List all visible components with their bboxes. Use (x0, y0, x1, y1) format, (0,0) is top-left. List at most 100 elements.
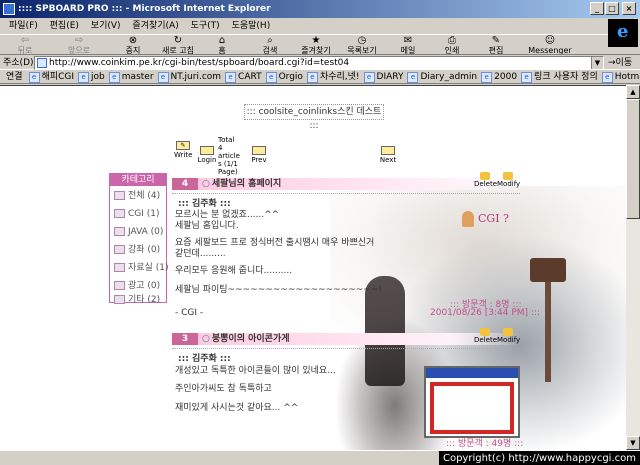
category-cgi[interactable]: CGI (1) (114, 208, 160, 220)
category-lecture[interactable]: 강좌 (0) (114, 244, 160, 256)
visit-count: ::: 방문객 : 49명 ::: (446, 439, 524, 449)
mail-button[interactable]: ✉ 메일 (396, 35, 420, 55)
toolbar: ⇦ 뒤로 ⇨ 앞으로 ⊗ 중지 ↻ 새로 고침 ⌂ 홈 ⌕ 검색 ★ 즐겨찾기 ◷ 목록보기 ✉… (0, 34, 608, 55)
category-ads[interactable]: 광고 (0) (114, 280, 160, 292)
stop-button[interactable]: ⊗ 중지 (118, 35, 148, 55)
category-java[interactable]: JAVA (0) (114, 226, 163, 238)
post-line: 재미있게 사시는것 같아요... ^^ (175, 403, 299, 413)
menu-view[interactable]: 보기(V) (91, 18, 121, 34)
link-diary-admin[interactable]: Diary_admin (407, 70, 477, 83)
post-line: 요즘 세팔보드 프로 정식버전 출시땜시 매우 바쁘신거 (175, 238, 375, 248)
link-master[interactable]: master (109, 70, 154, 83)
edit-button[interactable]: ✎ 편집 (484, 35, 508, 55)
modify-icon (503, 172, 513, 180)
post-line: 세팔님 파이팅~~~~~~~~~~~~~~~~~~~~! (175, 285, 382, 295)
refresh-icon: ↻ (173, 35, 183, 46)
prev-button[interactable]: Prev (249, 146, 269, 164)
forward-button[interactable]: ⇨ 앞으로 (62, 35, 96, 55)
maximize-button[interactable]: □ (605, 2, 619, 15)
post-line: 모르시는 분 없겠죠......^^ (175, 210, 280, 220)
stop-icon: ⊗ (128, 35, 138, 46)
post-line: 주인아가씨도 참 독특하고 (175, 384, 272, 394)
messenger-icon: ☺ (544, 35, 556, 46)
link-happycgi[interactable]: 해피CGI (29, 70, 74, 83)
scroll-thumb[interactable] (626, 99, 640, 219)
menu-help[interactable]: 도움말(H) (232, 18, 271, 34)
address-input[interactable]: http://www.coinkim.pe.kr/cgi-bin/test/sp… (34, 56, 604, 70)
category-etc[interactable]: 기타 (2) (114, 294, 160, 306)
link-2000[interactable]: 2000 (481, 70, 517, 83)
address-dropdown-icon[interactable]: ▼ (591, 57, 603, 69)
ie-throbber-icon (608, 19, 638, 47)
minimize-button[interactable]: _ (590, 2, 604, 15)
menu-tools[interactable]: 도구(T) (191, 18, 220, 34)
ie-icon (3, 3, 15, 15)
search-icon: ⌕ (267, 35, 273, 46)
scroll-down-icon[interactable]: ▼ (626, 436, 640, 450)
delete-icon (480, 172, 490, 180)
modify-icon (503, 328, 513, 336)
mail-icon: ✉ (403, 35, 413, 46)
modify-button[interactable]: Modify (497, 328, 520, 344)
messenger-button[interactable]: ☺ Messenger (526, 35, 574, 55)
copyright-watermark: Copyright(c) http://www.happycgi.com (438, 451, 640, 465)
search-button[interactable]: ⌕ 검색 (256, 35, 284, 55)
link-nt-juri[interactable]: NT.juri.com (158, 70, 222, 83)
back-arrow-icon: ⇦ (20, 35, 30, 46)
delete-button[interactable]: Delete (474, 328, 497, 344)
delete-button[interactable]: Delete (474, 172, 497, 188)
link-orgio[interactable]: Orgio (266, 70, 303, 83)
next-button[interactable]: Next (378, 146, 398, 164)
category-archive[interactable]: 자료실 (1) (114, 262, 168, 274)
menu-edit[interactable]: 편집(E) (50, 18, 79, 34)
page-icon (37, 58, 47, 68)
address-bar: 주소(D) http://www.coinkim.pe.kr/cgi-bin/t… (0, 54, 640, 70)
print-icon: ⎙ (448, 35, 456, 46)
link-cart[interactable]: CART (225, 70, 262, 83)
back-button[interactable]: ⇦ 뒤로 (8, 35, 42, 55)
link-repair-net[interactable]: 차수리,넷! (307, 70, 360, 83)
post-line: 개성있고 독특한 아이콘들이 많이 있네요... (175, 366, 336, 376)
post-title[interactable]: 붕뽕이의 아이콘가게 (202, 333, 290, 345)
post-title[interactable]: 세팔님의 홈페이지 (202, 178, 281, 190)
link-diary[interactable]: DIARY (364, 70, 404, 83)
go-button[interactable]: →이동 (608, 57, 632, 69)
refresh-button[interactable]: ↻ 새로 고침 (158, 35, 198, 55)
divider (172, 348, 520, 349)
mailbox-image (530, 258, 566, 282)
post-line: 세팔님 홈입니다. (175, 221, 239, 231)
post-date: 2001/08/26 [3:44 PM] ::: (430, 308, 540, 318)
vertical-scrollbar[interactable]: ▲ ▼ (626, 85, 640, 450)
category-all[interactable]: 전체 (4) (114, 190, 160, 202)
scroll-up-icon[interactable]: ▲ (626, 85, 640, 99)
link-customize[interactable]: 링크 사용자 정의 (521, 70, 598, 83)
post-author: ::: 김주화 ::: (178, 354, 231, 364)
menu-bar: 파일(F) 편집(E) 보기(V) 즐겨찾기(A) 도구(T) 도움말(H) (0, 18, 640, 34)
modify-button[interactable]: Modify (497, 172, 520, 188)
write-button[interactable]: ✎ Write (174, 141, 192, 159)
login-button[interactable]: Login (197, 146, 217, 164)
favorites-icon: ★ (311, 35, 321, 46)
history-button[interactable]: ◷ 목록보기 (342, 35, 382, 55)
post-number: 4 (172, 178, 198, 190)
close-button[interactable]: × (622, 2, 636, 15)
link-job[interactable]: job (78, 70, 105, 83)
menu-file[interactable]: 파일(F) (9, 18, 38, 34)
divider (172, 193, 520, 194)
post-number: 3 (172, 333, 198, 345)
link-hotmail[interactable]: Hotmail (602, 70, 640, 83)
print-button[interactable]: ⎙ 인쇄 (440, 35, 464, 55)
menu-favorites[interactable]: 즐겨찾기(A) (132, 18, 178, 34)
address-url: http://www.coinkim.pe.kr/cgi-bin/test/sp… (49, 58, 350, 68)
links-label: 연결 (6, 72, 23, 82)
history-icon: ◷ (357, 35, 367, 46)
edit-icon: ✎ (491, 35, 501, 46)
home-button[interactable]: ⌂ 홈 (210, 35, 234, 55)
screenshot-thumbnail (424, 366, 520, 438)
status-bar: Copyright(c) http://www.happycgi.com (0, 450, 640, 465)
post-header: 3 붕뽕이의 아이콘가게 (172, 333, 520, 345)
favorites-button[interactable]: ★ 즐겨찾기 (296, 35, 336, 55)
total-articles: Total 4 articles (1/1 Page) (218, 136, 240, 176)
category-box: 카테고리 전체 (4) CGI (1) JAVA (0) 강좌 (0) 자료실 … (109, 173, 168, 306)
post-line: 같던데......... (175, 249, 226, 259)
